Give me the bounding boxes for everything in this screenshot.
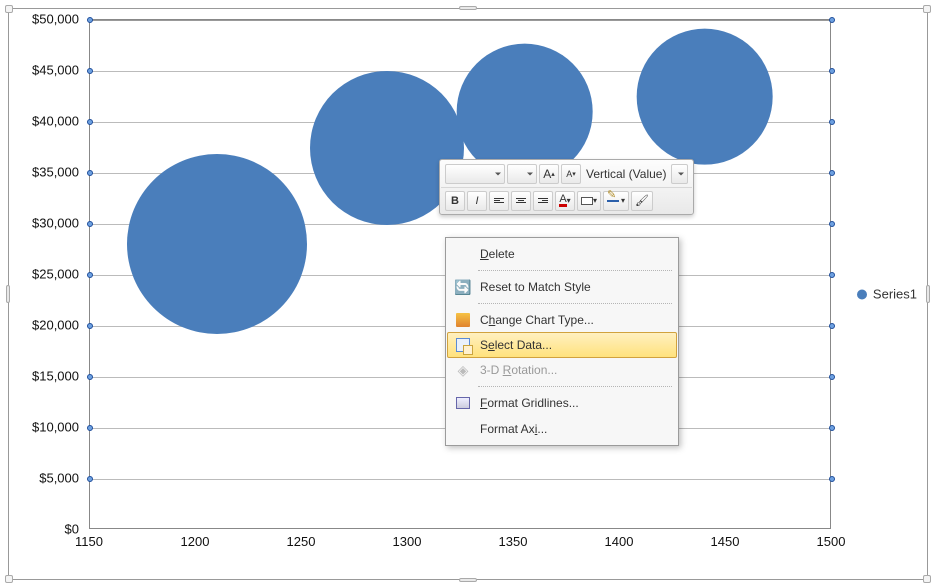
gridline[interactable] bbox=[90, 20, 830, 21]
axis-dot bbox=[829, 323, 835, 329]
menu-change-chart-type[interactable]: Change Chart Type... bbox=[448, 307, 676, 333]
axis-dot bbox=[87, 119, 93, 125]
reset-icon: 🔄 bbox=[452, 276, 474, 298]
axis-dot bbox=[87, 221, 93, 227]
x-axis-tick-label: 1350 bbox=[499, 534, 528, 549]
menu-separator bbox=[478, 270, 672, 271]
y-axis-tick-label: $25,000 bbox=[9, 267, 79, 282]
y-axis-tick-label: $15,000 bbox=[9, 369, 79, 384]
chart-object[interactable]: $50,000 $45,000 $40,000 $35,000 $30,000 $25,0… bbox=[8, 8, 928, 580]
grow-font-button[interactable]: A▴ bbox=[539, 164, 559, 184]
scope-label: Vertical (Value) bbox=[586, 167, 666, 181]
outline-color-button[interactable]: ▾ bbox=[603, 191, 629, 211]
menu-separator bbox=[478, 386, 672, 387]
x-axis-tick-label: 1250 bbox=[287, 534, 316, 549]
legend-label: Series1 bbox=[873, 287, 917, 302]
axis-dot bbox=[829, 221, 835, 227]
y-axis-tick-label: $0 bbox=[9, 522, 79, 537]
axis-dot bbox=[829, 17, 835, 23]
resize-handle-bl[interactable] bbox=[5, 575, 13, 583]
shrink-font-button[interactable]: A▾ bbox=[561, 164, 581, 184]
axis-dot bbox=[87, 425, 93, 431]
resize-handle-bottom[interactable] bbox=[459, 578, 477, 582]
format-gridlines-icon bbox=[452, 392, 474, 414]
chart-type-icon bbox=[452, 309, 474, 331]
axis-dot bbox=[829, 476, 835, 482]
legend[interactable]: Series1 bbox=[857, 287, 917, 302]
resize-handle-tr[interactable] bbox=[923, 5, 931, 13]
axis-dot bbox=[87, 17, 93, 23]
y-axis-tick-label: $40,000 bbox=[9, 114, 79, 129]
axis-dot bbox=[87, 476, 93, 482]
axis-dot bbox=[87, 170, 93, 176]
gridline[interactable] bbox=[90, 479, 830, 480]
y-axis-tick-label: $30,000 bbox=[9, 216, 79, 231]
y-axis-tick-label: $50,000 bbox=[9, 12, 79, 27]
blank-icon bbox=[452, 418, 474, 440]
font-color-button[interactable]: A▾ bbox=[555, 191, 575, 211]
font-size-select[interactable] bbox=[507, 164, 537, 184]
y-axis-tick-label: $35,000 bbox=[9, 165, 79, 180]
menu-select-data[interactable]: Select Data... bbox=[447, 332, 677, 358]
italic-button[interactable]: I bbox=[467, 191, 487, 211]
fill-color-button[interactable]: ▾ bbox=[577, 191, 601, 211]
bubble-point[interactable] bbox=[636, 28, 773, 165]
resize-handle-br[interactable] bbox=[923, 575, 931, 583]
y-axis-tick-label: $10,000 bbox=[9, 420, 79, 435]
y-axis-tick-label: $45,000 bbox=[9, 63, 79, 78]
axis-dot bbox=[87, 272, 93, 278]
menu-reset[interactable]: 🔄 Reset to Match Style bbox=[448, 274, 676, 300]
y-axis-tick-label: $20,000 bbox=[9, 318, 79, 333]
menu-delete[interactable]: Delete bbox=[448, 241, 676, 267]
resize-handle-top[interactable] bbox=[459, 6, 477, 10]
menu-format-gridlines[interactable]: Format Gridlines... bbox=[448, 390, 676, 416]
x-axis-tick-label: 1400 bbox=[605, 534, 634, 549]
scope-dropdown[interactable] bbox=[671, 164, 688, 184]
format-painter-button[interactable] bbox=[631, 191, 653, 211]
axis-dot bbox=[829, 68, 835, 74]
x-axis-tick-label: 1150 bbox=[75, 534, 103, 549]
axis-dot bbox=[829, 272, 835, 278]
menu-3d-rotation: ◈ 3-D Rotation... bbox=[448, 357, 676, 383]
bubble-point[interactable] bbox=[127, 154, 307, 334]
x-axis-tick-label: 1500 bbox=[817, 534, 846, 549]
legend-marker bbox=[857, 289, 867, 299]
resize-handle-right[interactable] bbox=[926, 285, 930, 303]
axis-dot bbox=[87, 323, 93, 329]
context-menu[interactable]: Delete 🔄 Reset to Match Style Change Cha… bbox=[445, 237, 679, 446]
axis-dot bbox=[829, 425, 835, 431]
x-axis-tick-label: 1200 bbox=[181, 534, 210, 549]
mini-format-toolbar[interactable]: A▴ A▾ Vertical (Value) B I A▾ ▾ ▾ bbox=[439, 159, 694, 215]
rotation-3d-icon: ◈ bbox=[452, 359, 474, 381]
font-family-select[interactable] bbox=[445, 164, 505, 184]
align-right-button[interactable] bbox=[533, 191, 553, 211]
axis-dot bbox=[829, 374, 835, 380]
axis-dot bbox=[829, 170, 835, 176]
y-axis-tick-label: $5,000 bbox=[9, 471, 79, 486]
resize-handle-left[interactable] bbox=[6, 285, 10, 303]
select-data-icon bbox=[452, 334, 474, 356]
align-center-button[interactable] bbox=[511, 191, 531, 211]
menu-separator bbox=[478, 303, 672, 304]
x-axis-tick-label: 1450 bbox=[711, 534, 740, 549]
axis-dot bbox=[87, 68, 93, 74]
menu-format-axis[interactable]: Format Axi... bbox=[448, 416, 676, 442]
align-left-button[interactable] bbox=[489, 191, 509, 211]
x-axis-tick-label: 1300 bbox=[393, 534, 422, 549]
blank-icon bbox=[452, 243, 474, 265]
axis-dot bbox=[829, 119, 835, 125]
bold-button[interactable]: B bbox=[445, 191, 465, 211]
axis-dot bbox=[87, 374, 93, 380]
